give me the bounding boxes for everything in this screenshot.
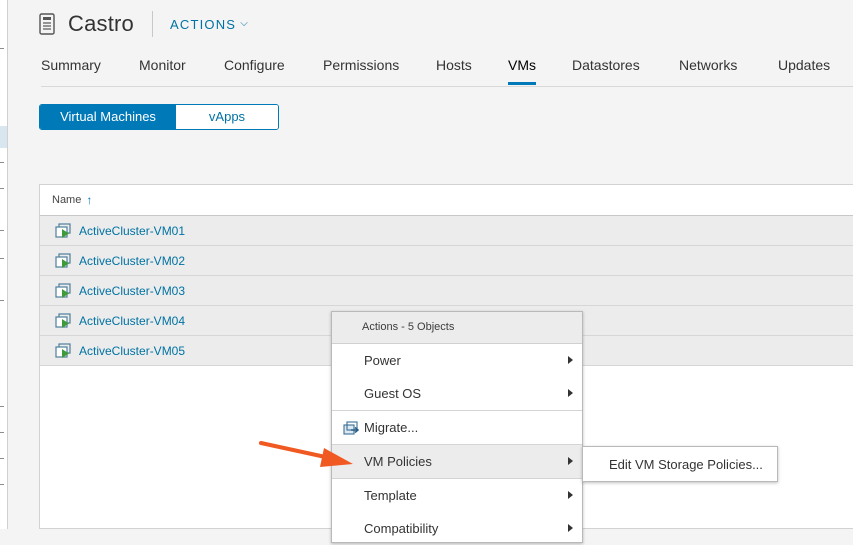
object-header: Castro ACTIONS ⌵ [38, 8, 249, 40]
menu-item-label: Guest OS [364, 386, 422, 401]
tree-line [0, 484, 4, 485]
menu-item-label: VM Policies [364, 454, 432, 469]
navigator-selected-row [0, 126, 7, 148]
submenu-arrow-icon [568, 389, 573, 397]
header-divider [152, 11, 153, 37]
vm-link[interactable]: ActiveCluster-VM03 [79, 284, 185, 298]
tab-datastores[interactable]: Datastores [572, 57, 640, 85]
tree-line [0, 258, 4, 259]
context-menu-header: Actions - 5 Objects [332, 312, 582, 344]
virtual-machines-toggle[interactable]: Virtual Machines [40, 105, 176, 129]
tab-bar: Summary Monitor Configure Permissions Ho… [41, 54, 853, 87]
menu-item-migrate[interactable]: Migrate... [332, 411, 582, 444]
vm-policies-submenu: Edit VM Storage Policies... [582, 446, 778, 482]
callout-arrow-icon [259, 441, 353, 467]
sort-ascending-icon: ↑ [86, 193, 93, 207]
menu-item-vm-policies[interactable]: VM Policies [332, 445, 582, 478]
vm-link[interactable]: ActiveCluster-VM04 [79, 314, 185, 328]
migrate-icon [343, 420, 361, 436]
menu-item-label: Template [364, 488, 417, 503]
tab-updates[interactable]: Updates [778, 57, 830, 85]
table-row[interactable]: ActiveCluster-VM02 [40, 246, 853, 276]
submenu-arrow-icon [568, 491, 573, 499]
table-row[interactable]: ActiveCluster-VM03 [40, 276, 853, 306]
tree-line [0, 188, 4, 189]
actions-label: ACTIONS [170, 16, 237, 32]
column-label: Name [52, 194, 82, 206]
submenu-arrow-icon [568, 524, 573, 532]
name-column-header[interactable]: Name ↑ [40, 185, 853, 216]
menu-item-label: Power [364, 353, 401, 368]
menu-item-template[interactable]: Template [332, 479, 582, 512]
tab-hosts[interactable]: Hosts [436, 57, 472, 85]
actions-menu-button[interactable]: ACTIONS ⌵ [170, 17, 249, 32]
vm-link[interactable]: ActiveCluster-VM02 [79, 254, 185, 268]
tree-line [0, 162, 4, 163]
tab-summary[interactable]: Summary [41, 57, 101, 85]
tree-line [0, 48, 4, 49]
tab-vms[interactable]: VMs [508, 57, 536, 85]
menu-item-power[interactable]: Power [332, 344, 582, 377]
vm-powered-on-icon [55, 312, 73, 329]
host-icon [38, 13, 56, 35]
tab-monitor[interactable]: Monitor [139, 57, 186, 85]
navigator-panel-edge [0, 0, 8, 529]
vm-link[interactable]: ActiveCluster-VM05 [79, 344, 185, 358]
vapps-toggle[interactable]: vApps [176, 105, 278, 129]
tree-line [0, 300, 4, 301]
tab-configure[interactable]: Configure [224, 57, 285, 85]
menu-item-label: Migrate... [364, 420, 419, 435]
tree-line [0, 230, 4, 231]
chevron-down-icon: ⌵ [240, 17, 249, 29]
view-toggle: Virtual Machines vApps [39, 104, 279, 130]
vm-powered-on-icon [55, 252, 73, 269]
tree-line [0, 432, 4, 433]
edit-vm-storage-policies-item[interactable]: Edit VM Storage Policies... [583, 447, 777, 483]
vm-link[interactable]: ActiveCluster-VM01 [79, 224, 185, 238]
context-menu: Actions - 5 Objects Power Guest OS Migra… [331, 311, 583, 543]
vm-powered-on-icon [55, 222, 73, 239]
tree-line [0, 458, 4, 459]
vm-powered-on-icon [55, 282, 73, 299]
table-row[interactable]: ActiveCluster-VM01 [40, 216, 853, 246]
tree-line [0, 406, 4, 407]
vm-powered-on-icon [55, 342, 73, 359]
submenu-arrow-icon [568, 457, 573, 465]
menu-item-guest-os[interactable]: Guest OS [332, 377, 582, 410]
page-title: Castro [68, 11, 134, 36]
tab-networks[interactable]: Networks [679, 57, 737, 85]
tab-permissions[interactable]: Permissions [323, 57, 399, 85]
submenu-arrow-icon [568, 356, 573, 364]
